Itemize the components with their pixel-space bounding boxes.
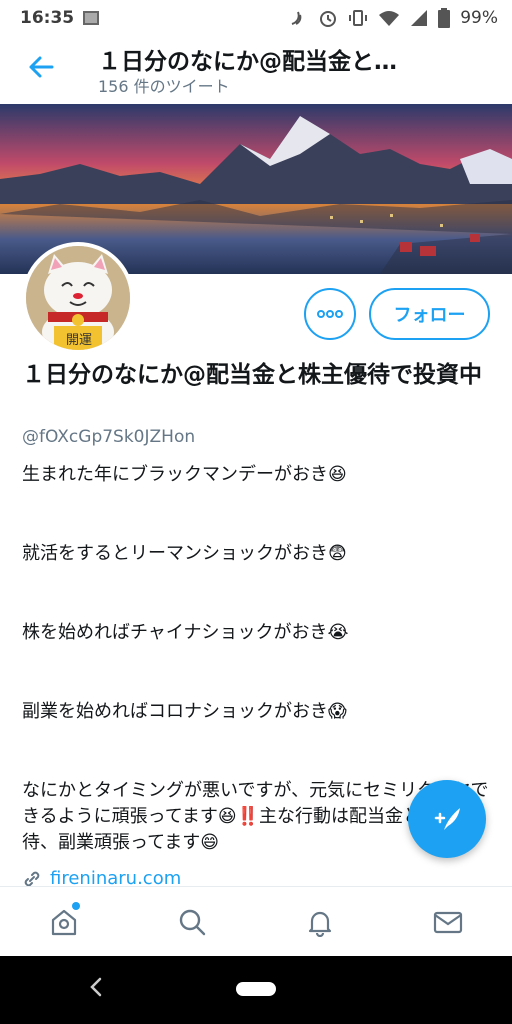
profile-header: １日分のなにか@配当金と… 156 件のツイート (0, 36, 512, 102)
image-notification-icon (83, 11, 100, 25)
nfc-icon (291, 11, 302, 25)
display-name: １日分のなにか@配当金と株主優待で投資中 (22, 362, 482, 388)
battery-icon (438, 8, 451, 28)
compose-icon (434, 808, 460, 830)
user-handle: @fOXcGp7Sk0JZHon (22, 427, 196, 447)
compose-tweet-button[interactable] (408, 780, 486, 858)
bio-line: 株を始めればチャイナショックがおき😭 (22, 622, 349, 643)
back-arrow-icon (29, 56, 54, 78)
tab-home[interactable] (34, 892, 94, 952)
alarm-icon (320, 11, 337, 27)
avatar[interactable]: 開運 (22, 242, 134, 354)
search-icon (179, 909, 206, 935)
battery-percent: 99% (460, 8, 498, 28)
wifi-icon (379, 11, 400, 26)
system-back-button[interactable] (88, 976, 104, 1003)
maneki-neko-avatar-image: 開運 (26, 246, 130, 350)
tab-notifications[interactable] (290, 892, 350, 952)
bell-icon (308, 911, 332, 937)
bio-line: 副業を始めればコロナショックがおき😱 (22, 701, 347, 722)
tab-search[interactable] (162, 892, 222, 952)
system-home-pill[interactable] (236, 982, 276, 996)
bio-line: 生まれた年にブラックマンデーがおき😆 (22, 464, 347, 485)
mail-icon (433, 911, 463, 933)
vibrate-icon (349, 10, 368, 26)
tab-messages[interactable] (418, 892, 478, 952)
cell-signal-icon (411, 10, 428, 26)
tweet-count: 156 件のツイート (98, 77, 230, 96)
bio-line: 就活をするとリーマンショックがおき😨 (22, 543, 347, 564)
bottom-tab-bar (0, 886, 512, 956)
more-dots-icon (317, 310, 343, 318)
status-bar: 16:35 99% (0, 0, 512, 36)
home-icon (51, 909, 77, 935)
chevron-left-icon (90, 977, 102, 997)
follow-button[interactable]: フォロー (369, 288, 490, 340)
svg-text:開運: 開運 (66, 333, 92, 348)
status-time: 16:35 (20, 8, 75, 28)
page-title: １日分のなにか@配当金と… (98, 49, 397, 75)
unread-dot (72, 901, 80, 910)
more-options-button[interactable] (304, 288, 356, 340)
back-button[interactable] (26, 52, 56, 82)
